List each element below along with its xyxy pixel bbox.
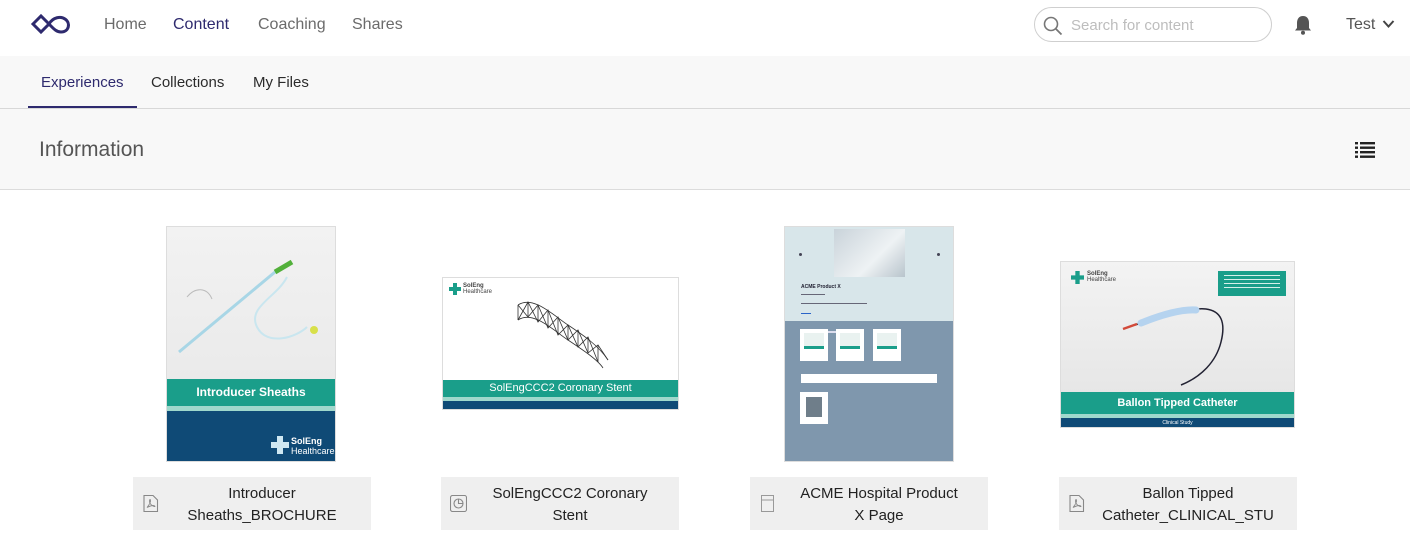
thumbnail-band: SolEngCCC2 Coronary Stent — [443, 380, 678, 397]
chevron-down-icon[interactable] — [1382, 19, 1395, 29]
content-card[interactable]: Introducer Sheaths SolEng Healthcare Int… — [133, 190, 371, 545]
healthcare-cross-icon — [271, 436, 289, 454]
document-tile — [800, 392, 828, 424]
thumbnail-page[interactable]: ACME Product X — [784, 226, 954, 462]
active-tab-indicator — [28, 106, 137, 108]
pdf-icon — [1069, 495, 1085, 512]
thumbnail-band: Introducer Sheaths — [167, 379, 335, 406]
card-caption[interactable]: SolEngCCC2 Coronary Stent — [441, 477, 679, 530]
brand-tagline: Healthcare — [1087, 277, 1117, 283]
card-title-line-1: SolEngCCC2 Coronary — [492, 485, 648, 502]
card-title-line-1: Ballon Tipped — [1142, 485, 1234, 502]
content-card[interactable]: ACME Product X ACME Hospital Product X P… — [750, 190, 988, 545]
pdf-icon — [143, 495, 159, 512]
sheath-illustration — [178, 259, 318, 354]
card-title-line-2: Catheter_CLINICAL_STU — [1102, 507, 1274, 524]
section-title: Information — [39, 138, 145, 161]
thumbnail-subband: Clinical Study — [1061, 418, 1294, 427]
card-title-line-2: X Page — [854, 507, 904, 524]
list-view-icon[interactable] — [1355, 141, 1375, 159]
logo-icon[interactable] — [30, 13, 72, 35]
card-title: SolEngCCC2 Coronary Stent — [475, 483, 665, 527]
card-caption[interactable]: ACME Hospital Product X Page — [750, 477, 988, 530]
thumbnail-band: Ballon Tipped Catheter — [1061, 392, 1294, 414]
search-icon — [1043, 16, 1063, 36]
sub-navigation: Experiences Collections My Files — [0, 56, 1410, 109]
user-menu-label[interactable]: Test — [1346, 16, 1375, 34]
product-tile — [836, 329, 864, 361]
thumbnail-footer — [443, 401, 678, 409]
card-title-line-1: Introducer — [228, 485, 296, 502]
card-caption[interactable]: Introducer Sheaths_BROCHURE — [133, 477, 371, 530]
page-hero: ACME Product X — [785, 227, 953, 321]
catheter-illustration — [1122, 306, 1224, 386]
card-caption[interactable]: Ballon Tipped Catheter_CLINICAL_STU — [1059, 477, 1297, 530]
presentation-icon — [450, 495, 467, 512]
nav-shares[interactable]: Shares — [352, 16, 403, 34]
thumbnail-footer: SolEng Healthcare — [167, 411, 335, 461]
content-card[interactable]: SolEng Healthcare SolEngCCC2 Coronary St… — [441, 190, 679, 545]
page-heading: ACME Product X — [801, 284, 841, 290]
thumbnail-clinical-study[interactable]: SolEng Healthcare Ballon Tipped Catheter… — [1060, 261, 1295, 428]
search-box[interactable] — [1034, 7, 1272, 42]
product-tile — [800, 329, 828, 361]
hero-image — [834, 229, 905, 277]
card-title: ACME Hospital Product X Page — [784, 483, 974, 527]
page-icon — [761, 495, 774, 512]
healthcare-cross-icon — [449, 283, 461, 295]
search-input[interactable] — [1071, 12, 1261, 38]
bell-icon[interactable] — [1294, 15, 1312, 35]
stent-illustration — [517, 301, 609, 369]
thumbnail-brochure[interactable]: Introducer Sheaths SolEng Healthcare — [166, 226, 336, 462]
thumbnail-presentation[interactable]: SolEng Healthcare SolEngCCC2 Coronary St… — [442, 277, 679, 410]
product-tile — [873, 329, 901, 361]
card-title-line-2: Sheaths_BROCHURE — [187, 507, 337, 524]
section-header: Information — [0, 109, 1410, 190]
nav-content[interactable]: Content — [173, 16, 229, 34]
card-title: Ballon Tipped Catheter_CLINICAL_STU — [1093, 483, 1283, 527]
tab-experiences[interactable]: Experiences — [41, 74, 124, 91]
content-card[interactable]: SolEng Healthcare Ballon Tipped Catheter… — [1059, 190, 1297, 545]
top-navigation: Home Content Coaching Shares Test — [0, 0, 1410, 56]
nav-coaching[interactable]: Coaching — [258, 16, 326, 34]
nav-home[interactable]: Home — [104, 16, 147, 34]
info-box — [1218, 271, 1286, 296]
brand-tagline: Healthcare — [463, 289, 493, 295]
page-input — [801, 374, 937, 383]
card-title-line-2: Stent — [552, 507, 588, 524]
tab-collections[interactable]: Collections — [151, 74, 224, 91]
card-title: Introducer Sheaths_BROCHURE — [167, 483, 357, 527]
tab-my-files[interactable]: My Files — [253, 74, 309, 91]
card-title-line-1: ACME Hospital Product — [800, 485, 958, 502]
brand-name: SolEng — [291, 436, 322, 446]
brand-tagline: Healthcare — [291, 446, 335, 456]
healthcare-cross-icon — [1071, 271, 1084, 284]
